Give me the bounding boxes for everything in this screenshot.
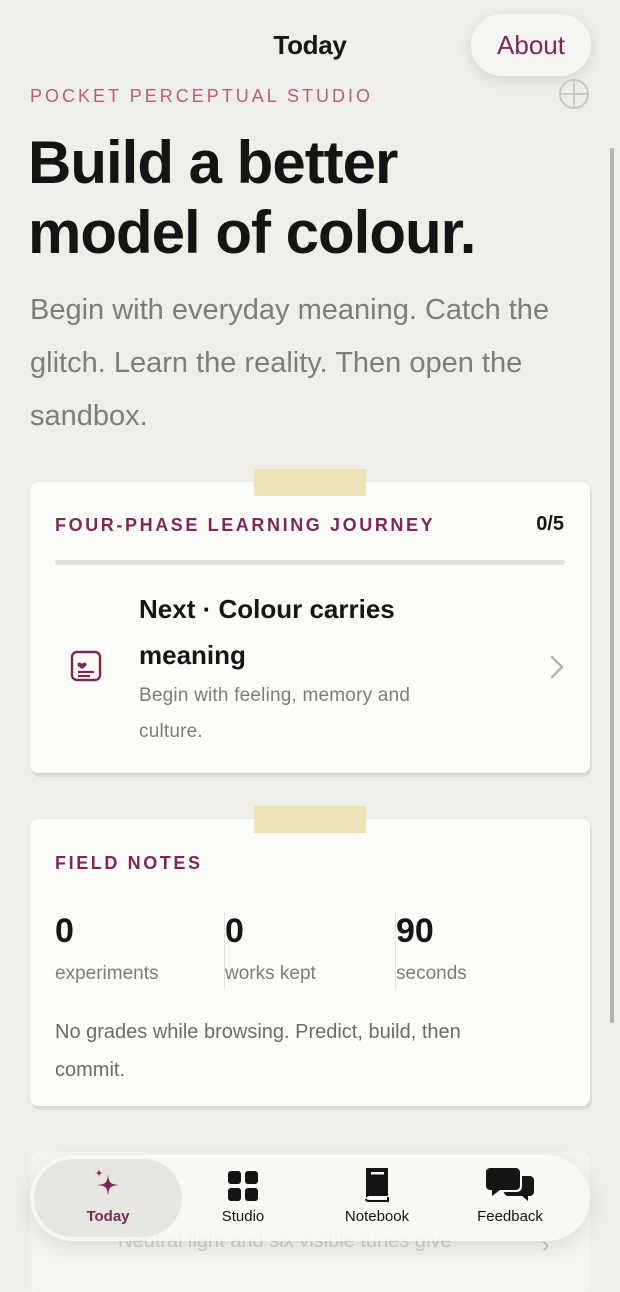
- tab-bar: Today Studio Notebook Feedback: [30, 1155, 590, 1241]
- next-lesson-title[interactable]: Next · Colour carries meaning: [139, 586, 419, 678]
- stat-value: 0: [225, 912, 244, 950]
- eyebrow-label: POCKET PERCEPTUAL STUDIO: [30, 86, 374, 106]
- lesson-card-icon: [70, 650, 102, 682]
- intro-paragraph: Begin with everyday meaning. Catch the g…: [30, 294, 550, 432]
- stat-label: works kept: [225, 963, 316, 984]
- journey-label: FOUR-PHASE LEARNING JOURNEY: [55, 515, 436, 535]
- tab-label: Notebook: [344, 1208, 410, 1225]
- next-lesson-description: Begin with feeling, memory and culture.: [139, 685, 411, 742]
- field-notes-label: FIELD NOTES: [55, 853, 203, 873]
- about-button[interactable]: About: [471, 14, 591, 76]
- book-icon: [365, 1168, 389, 1202]
- chat-bubbles-icon: [486, 1168, 534, 1201]
- tab-today[interactable]: Today: [34, 1159, 182, 1237]
- stat-seconds: 90 seconds: [396, 911, 467, 985]
- chevron-right-icon[interactable]: [549, 654, 565, 680]
- sparkles-icon: [95, 1169, 119, 1196]
- stat-label: seconds: [396, 963, 467, 984]
- tab-label: Today: [86, 1208, 130, 1225]
- scrollbar[interactable]: [610, 148, 614, 1023]
- journey-card[interactable]: FOUR-PHASE LEARNING JOURNEY 0/5 Next · C…: [30, 482, 590, 773]
- stat-experiments: 0 experiments: [55, 911, 159, 985]
- journey-progress-count: 0/5: [536, 513, 564, 535]
- page-headline: Build a better model of colour.: [28, 128, 588, 268]
- stat-value: 0: [55, 912, 74, 950]
- stat-label: experiments: [55, 963, 159, 984]
- headline-line-2: model of colour.: [28, 199, 476, 266]
- tape-decoration: [254, 806, 366, 833]
- tab-feedback[interactable]: Feedback: [450, 1159, 570, 1237]
- journey-progress-bar: [55, 560, 565, 565]
- tape-decoration: [254, 469, 366, 496]
- tab-label: Feedback: [477, 1208, 543, 1225]
- tab-notebook[interactable]: Notebook: [317, 1159, 437, 1237]
- crosshair-icon[interactable]: [558, 78, 590, 110]
- tab-studio[interactable]: Studio: [182, 1159, 304, 1237]
- field-notes-footer: No grades while browsing. Predict, build…: [55, 1021, 461, 1081]
- stat-works-kept: 0 works kept: [225, 911, 316, 985]
- tab-label: Studio: [221, 1208, 265, 1225]
- headline-line-1: Build a better: [28, 129, 398, 196]
- grid-icon: [228, 1171, 258, 1201]
- stat-value: 90: [396, 912, 434, 950]
- field-notes-card: FIELD NOTES 0 experiments 0 works kept 9…: [30, 819, 590, 1106]
